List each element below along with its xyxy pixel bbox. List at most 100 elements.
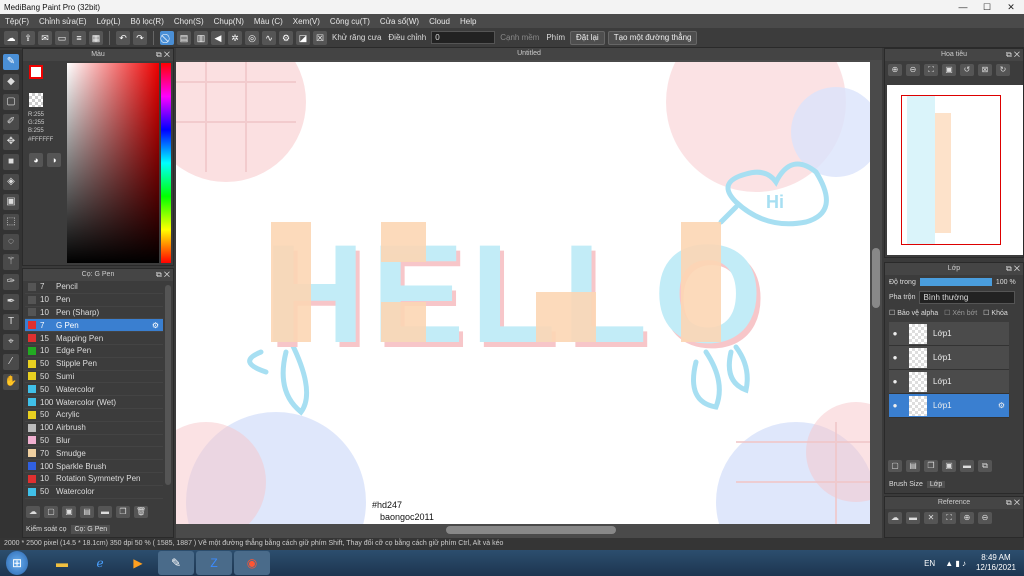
new-brush-icon[interactable]: ▢	[44, 506, 58, 518]
medibang-app-icon[interactable]: ✎	[158, 551, 194, 575]
menu-select[interactable]: Chọn(S)	[169, 17, 209, 26]
eye-icon[interactable]: ●	[889, 377, 901, 386]
move-tool-icon[interactable]: ✥	[3, 134, 19, 150]
trash-icon[interactable]: 🗑	[134, 506, 148, 518]
snap-circle-icon[interactable]: ◎	[245, 30, 259, 45]
foreground-color-swatch[interactable]	[29, 65, 43, 79]
color-saturation-field[interactable]	[67, 63, 159, 263]
duplicate-icon[interactable]: ❐	[116, 506, 130, 518]
close-icon[interactable]: ⧉ ✕	[1006, 497, 1020, 509]
chat-icon[interactable]: ▭	[55, 30, 69, 45]
select-pen-icon[interactable]: ✑	[3, 274, 19, 290]
tab-brush-control[interactable]: Kiểm soát cọ	[23, 525, 70, 534]
snap-radial-icon[interactable]: ✲	[228, 30, 242, 45]
tab-layer[interactable]: Lớp	[926, 481, 946, 488]
layer-row[interactable]: ● Lớp1	[889, 346, 1009, 370]
redo-icon[interactable]: ↷	[133, 30, 147, 45]
open-icon[interactable]: ▬	[906, 512, 920, 524]
brush-row[interactable]: 50 Watercolor	[25, 383, 163, 397]
snap-parallel-icon[interactable]: ▤	[177, 30, 191, 45]
brush-row[interactable]: 50 Watercolor	[25, 486, 163, 499]
close-icon[interactable]: ⧉ ✕	[1006, 263, 1020, 275]
brush-row[interactable]: 70 Smudge	[25, 447, 163, 461]
opacity-slider[interactable]	[919, 278, 992, 286]
brush-scrollbar[interactable]	[165, 285, 171, 485]
menu-color[interactable]: Màu (C)	[249, 17, 288, 26]
layer-row-selected[interactable]: ● Lớp1 ⚙	[889, 394, 1009, 418]
fit-window-icon[interactable]: ⊠	[978, 64, 992, 76]
language-indicator[interactable]: EN	[924, 559, 935, 568]
brush-row[interactable]: 10 Pen (Sharp)	[25, 307, 163, 320]
brush-tool-icon[interactable]: ✎	[3, 54, 19, 70]
background-color-swatch[interactable]	[29, 93, 43, 107]
brush-row[interactable]: 15 Mapping Pen	[25, 332, 163, 345]
layer-row[interactable]: ● Lớp1	[889, 322, 1009, 346]
undo-icon[interactable]: ↶	[116, 30, 130, 45]
menu-window[interactable]: Cửa sổ(W)	[375, 17, 424, 26]
shape-tool-icon[interactable]: ■	[3, 154, 19, 170]
rotate-left-icon[interactable]: ↺	[960, 64, 974, 76]
add-layer-menu-icon[interactable]: ▣	[942, 460, 956, 472]
start-button[interactable]: ⊞	[6, 551, 28, 575]
menu-cloud[interactable]: Cloud	[424, 17, 455, 26]
smooth-edge-label[interactable]: Cạnh mềm	[498, 33, 541, 42]
select-tool-icon[interactable]: ⬚	[3, 214, 19, 230]
vertical-scrollbar[interactable]	[872, 248, 880, 308]
brush-row[interactable]: 50 Blur	[25, 435, 163, 448]
minimize-button[interactable]: —	[952, 1, 974, 13]
navigator-preview[interactable]	[887, 85, 1023, 255]
magic-wand-icon[interactable]: ⚚	[3, 254, 19, 270]
brush-row-selected[interactable]: 7 G Pen ⚙	[25, 319, 163, 333]
protect-alpha-checkbox[interactable]: ☐ Bảo vệ alpha	[889, 309, 938, 317]
media-player-icon[interactable]: ▶	[120, 551, 156, 575]
close-icon[interactable]: ⧉ ✕	[156, 49, 170, 61]
comment-icon[interactable]: ✉	[38, 30, 52, 45]
snap-curve-icon[interactable]: ∿	[262, 30, 276, 45]
reset-button[interactable]: Đặt lại	[570, 30, 605, 45]
brush-row[interactable]: 10 Edge Pen	[25, 345, 163, 358]
lock-checkbox[interactable]: ☐ Khóa	[983, 309, 1008, 317]
brush-row[interactable]: 100 Watercolor (Wet)	[25, 396, 163, 409]
lasso-tool-icon[interactable]: ◌	[3, 234, 19, 250]
menu-help[interactable]: Help	[455, 17, 481, 26]
folder-icon[interactable]: ▬	[98, 506, 112, 518]
zoom-out-icon[interactable]: ⊖	[906, 64, 920, 76]
eye-icon[interactable]: ●	[889, 353, 901, 362]
hue-slider[interactable]	[161, 63, 171, 263]
rect-tool-icon[interactable]: ▢	[3, 94, 19, 110]
cloud-brush-icon[interactable]: ☁	[26, 506, 40, 518]
menu-file[interactable]: Tệp(F)	[0, 17, 34, 26]
zoom-out-icon[interactable]: ⊖	[978, 512, 992, 524]
chrome-icon[interactable]: ◉	[234, 551, 270, 575]
blend-select[interactable]: Bình thường	[919, 291, 1016, 304]
copy-layer-icon[interactable]: ❐	[924, 460, 938, 472]
brush-row[interactable]: 7 Pencil	[25, 281, 163, 294]
close-icon[interactable]: ✕	[924, 512, 938, 524]
actual-size-icon[interactable]: ▣	[942, 64, 956, 76]
clip-checkbox[interactable]: ☐ Xén bớt	[944, 309, 977, 317]
tray-icons[interactable]: ▲ ▮ ♪	[945, 559, 966, 568]
cloud-icon[interactable]: ☁	[888, 512, 902, 524]
grid-icon[interactable]: ▦	[89, 30, 103, 45]
cloud-icon[interactable]: ☁	[4, 30, 18, 45]
new-halftone-icon[interactable]: ▤	[906, 460, 920, 472]
menu-filter[interactable]: Bộ lọc(R)	[126, 17, 169, 26]
fit-icon[interactable]: ⛶	[924, 64, 938, 76]
gear-icon[interactable]: ⚙	[998, 401, 1005, 410]
merge-icon[interactable]: ⧉	[978, 460, 992, 472]
snap-vanish-icon[interactable]: ◀	[211, 30, 225, 45]
upload-icon[interactable]: ⇪	[21, 30, 35, 45]
brush-row[interactable]: 50 Sumi	[25, 371, 163, 384]
tab-brush-size[interactable]: Brush Size	[889, 481, 923, 488]
eye-icon[interactable]: ●	[889, 329, 901, 338]
rotate-right-icon[interactable]: ↻	[996, 64, 1010, 76]
settings-icon[interactable]: ⚙	[279, 30, 293, 45]
folder-icon[interactable]: ▬	[960, 460, 974, 472]
close-icon[interactable]: ⧉ ✕	[156, 269, 170, 281]
snap-cross-icon[interactable]: ▥	[194, 30, 208, 45]
eraser-tool-icon[interactable]: ◆	[3, 74, 19, 90]
zalo-icon[interactable]: Z	[196, 551, 232, 575]
gradient-tool-icon[interactable]: ▣	[3, 194, 19, 210]
eye-icon[interactable]: ●	[889, 401, 901, 410]
add-brush-icon[interactable]: ▣	[62, 506, 76, 518]
